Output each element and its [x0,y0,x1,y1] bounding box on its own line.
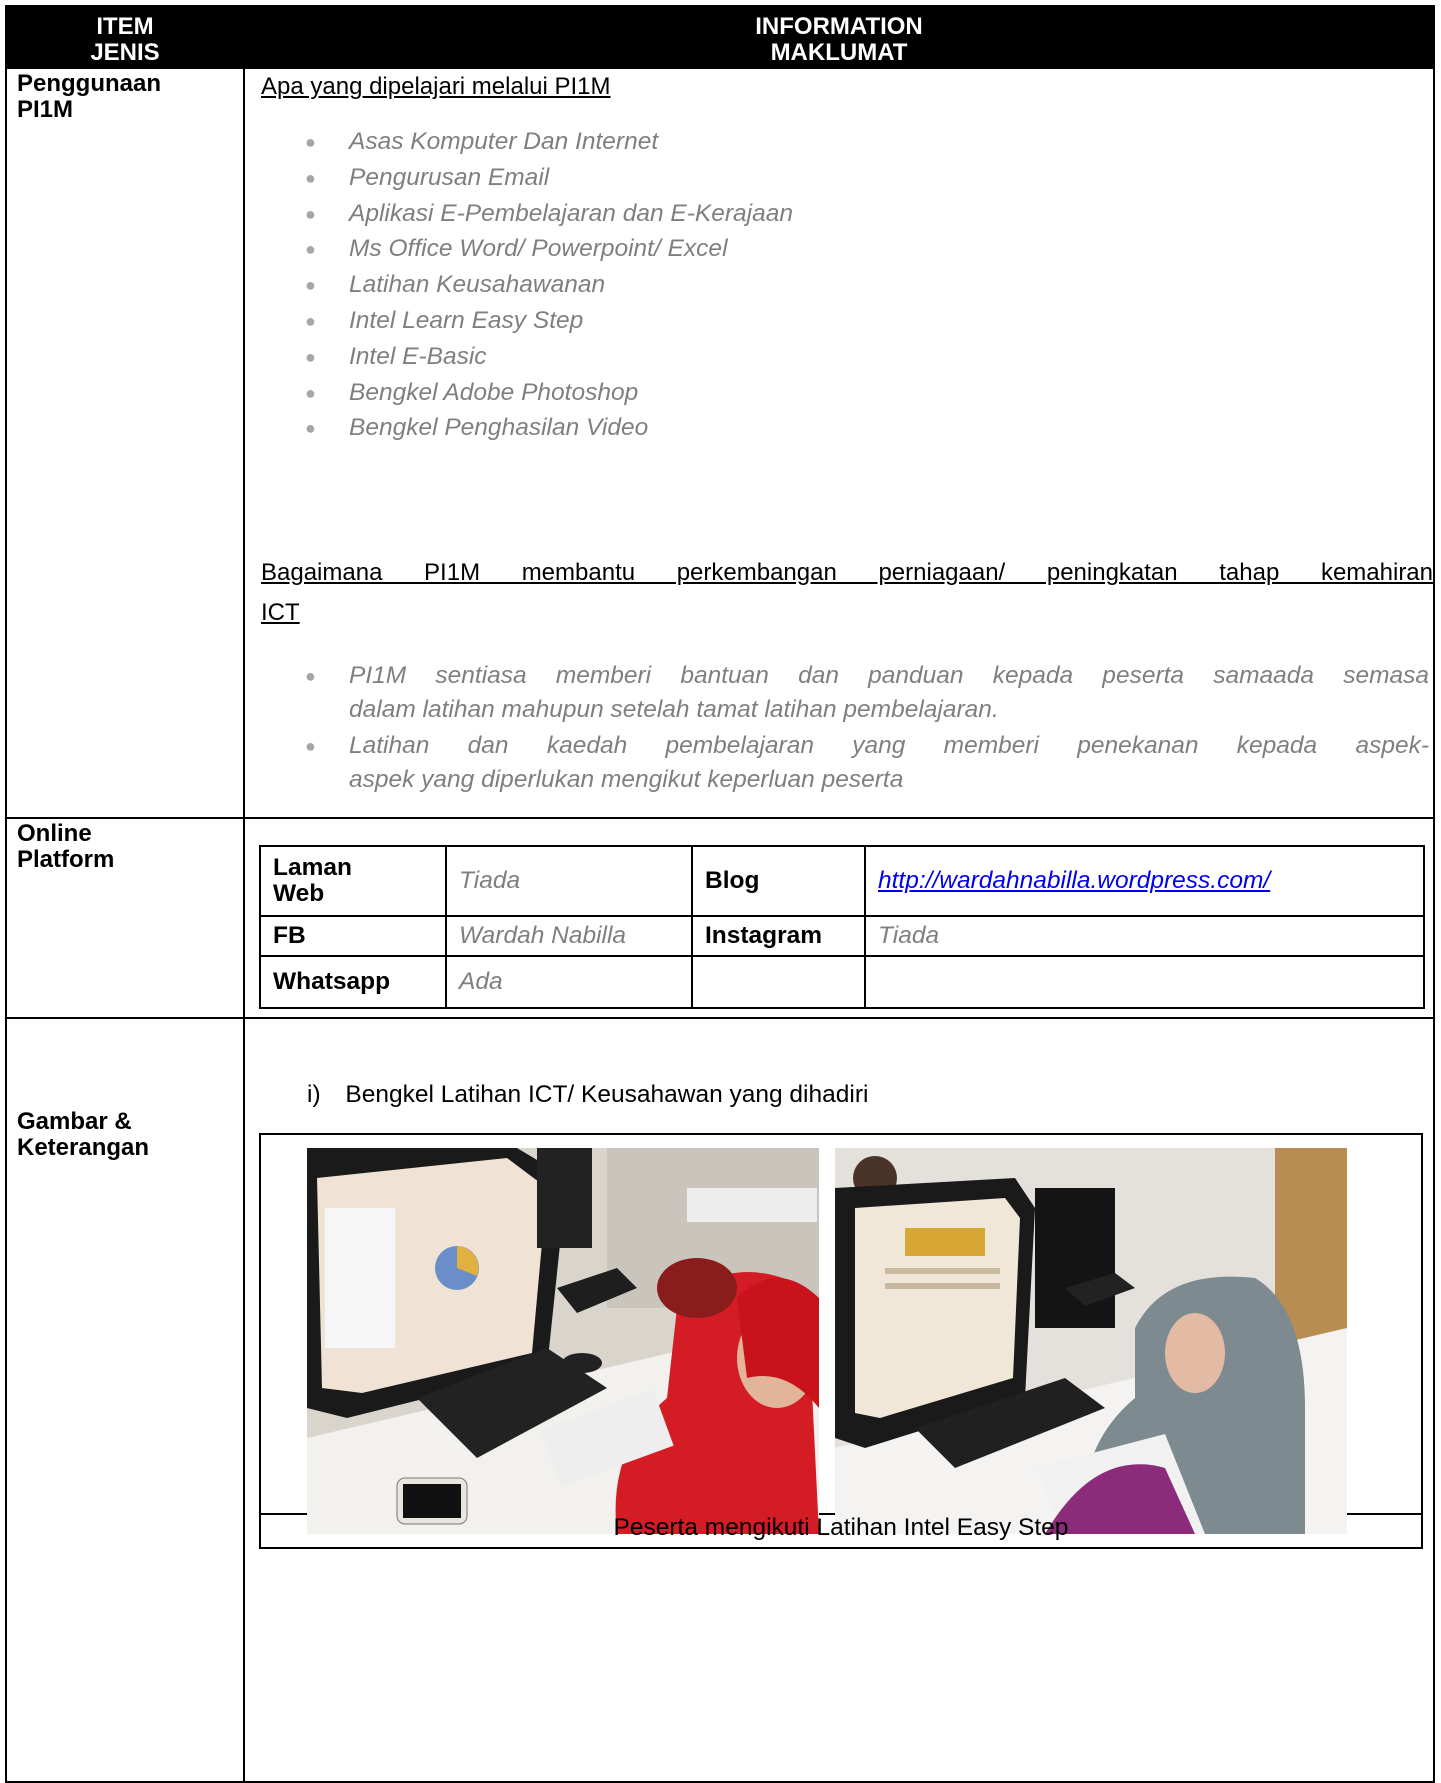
photo-caption: Peserta mengikuti Latihan Intel Easy Ste… [613,1514,1069,1541]
whatsapp-value: Ada [445,955,693,1009]
list-item-line: aspek yang diperlukan mengikut keperluan… [349,766,904,793]
header-item-jenis: ITEM JENIS [5,5,245,69]
gambar-content: i) Bengkel Latihan ICT/ Keusahawan yang … [243,1017,1435,1783]
label-line: Gambar & [17,1108,132,1135]
bullet-icon: ● [305,418,316,439]
list-item-text: Asas Komputer Dan Internet [349,128,659,155]
label-line: Penggunaan [17,70,162,97]
header-information: INFORMATION [755,13,923,40]
caption-box: Peserta mengikuti Latihan Intel Easy Ste… [259,1511,1423,1549]
label-gambar: Gambar & Keterangan [5,1017,245,1783]
photo-participant-1 [307,1148,819,1534]
list-item: ● Latihan dan kaedah pembelajaran yang me… [305,729,1429,797]
profile-table: ITEM JENIS INFORMATION MAKLUMAT Pengguna… [5,5,1435,1783]
bullet-icon: ● [305,203,316,224]
bullet-icon: ● [305,346,316,367]
list-item-text: Pengurusan Email [349,163,550,191]
laman-web-value: Tiada [445,845,693,917]
bullet-icon: ● [305,275,316,296]
label-line: PI1M [17,96,74,123]
photo-frame [259,1133,1423,1534]
list-item: ● Bengkel Adobe Photoshop [305,378,793,414]
platform-row: Whatsapp Ada [259,955,1425,1009]
label-line: Laman [273,854,352,881]
list-item: ● Intel E-Basic [305,342,793,378]
row-penggunaan: Penggunaan PI1M Apa yang dipelajari mela… [5,67,1435,819]
list-item: ● PI1M sentiasa memberi bantuan dan pandu… [305,659,1429,727]
bullet-icon: ● [305,736,316,756]
table-header: ITEM JENIS INFORMATION MAKLUMAT [5,5,1435,69]
photo-participant-2 [835,1148,1347,1534]
row-online-platform: Online Platform Laman Web Tiada Blog htt… [5,817,1435,1019]
empty-cell [864,955,1425,1009]
list-item-text: Intel E-Basic [349,342,487,370]
photo-participant-1-image [307,1148,819,1534]
list-item-text: Bengkel Penghasilan Video [349,414,649,442]
item-marker: i) [307,1081,321,1108]
list-item-text: Intel Learn Easy Step [349,306,584,334]
platform-table: Laman Web Tiada Blog http://wardahnabill… [259,845,1425,1009]
blog-cell: http://wardahnabilla.wordpress.com/ [864,845,1425,917]
header-maklumat: MAKLUMAT [770,39,908,66]
list-item-text: Ms Office Word/ Powerpoint/ Excel [349,235,728,263]
instagram-label: Instagram [691,915,866,957]
list-item: ● Aplikasi E-Pembelajaran dan E-Kerajaan [305,199,793,235]
learned-list: ● Asas Komputer Dan Internet ● Pengurusan E… [305,127,793,449]
section-how-helps-title: Bagaimana PI1M membantu perkembangan per… [261,553,1433,633]
blog-label: Blog [691,845,866,917]
penggunaan-content: Apa yang dipelajari melalui PI1M ● Asas K… [243,67,1435,819]
label-line: Platform [17,846,115,873]
label-penggunaan: Penggunaan PI1M [5,67,245,819]
instagram-value: Tiada [864,915,1425,957]
platform-row: FB Wardah Nabilla Instagram Tiada [259,915,1425,957]
photo-item: i) Bengkel Latihan ICT/ Keusahawan yang … [307,1081,868,1109]
bullet-icon: ● [305,132,316,152]
how-helps-list: ● PI1M sentiasa memberi bantuan dan pandu… [305,659,1429,799]
list-item-text: Bengkel Adobe Photoshop [349,378,639,406]
platform-row: Laman Web Tiada Blog http://wardahnabill… [259,845,1425,917]
list-item: ● Bengkel Penghasilan Video [305,413,793,449]
empty-cell [691,955,866,1009]
section-how-helps-line: Bagaimana PI1M membantu perkembangan per… [261,559,1433,586]
label-line: Keterangan [17,1134,150,1161]
list-item: ● Pengurusan Email [305,163,793,199]
fb-value: Wardah Nabilla [445,915,693,957]
label-line: Online [17,820,92,847]
row-gambar: Gambar & Keterangan i) Bengkel Latihan I… [5,1017,1435,1783]
list-item-line: dalam latihan mahupun setelah tamat lati… [349,696,999,723]
bullet-icon: ● [305,239,316,260]
bullet-icon: ● [305,167,316,188]
list-item: ● Asas Komputer Dan Internet [305,127,793,163]
header-jenis: JENIS [90,39,160,66]
list-item-line: Latihan dan kaedah pembelajaran yang mem… [349,732,1429,759]
list-item-text: Aplikasi E-Pembelajaran dan E-Kerajaan [349,199,793,227]
label-line: Web [273,880,325,907]
bullet-icon: ● [305,666,316,686]
bullet-icon: ● [305,310,316,331]
header-information-maklumat: INFORMATION MAKLUMAT [243,5,1435,69]
blog-link[interactable]: http://wardahnabilla.wordpress.com/ [878,867,1270,894]
header-item: ITEM [96,13,154,40]
list-item-line: PI1M sentiasa memberi bantuan dan pandua… [349,662,1429,689]
list-item-text: Latihan Keusahawanan [349,271,606,299]
photo-participant-2-image [835,1148,1347,1534]
list-item: ● Latihan Keusahawanan [305,270,793,306]
laman-web-label: Laman Web [259,845,447,917]
section-what-learned-title: Apa yang dipelajari melalui PI1M [261,73,611,100]
list-item: ● Intel Learn Easy Step [305,306,793,342]
whatsapp-label: Whatsapp [259,955,447,1009]
label-online-platform: Online Platform [5,817,245,1019]
fb-label: FB [259,915,447,957]
online-platform-content: Laman Web Tiada Blog http://wardahnabill… [243,817,1435,1019]
item-text: Bengkel Latihan ICT/ Keusahawan yang dih… [345,1081,869,1108]
bullet-icon: ● [305,382,316,403]
list-item: ● Ms Office Word/ Powerpoint/ Excel [305,234,793,270]
section-how-helps-line: ICT [261,599,300,626]
